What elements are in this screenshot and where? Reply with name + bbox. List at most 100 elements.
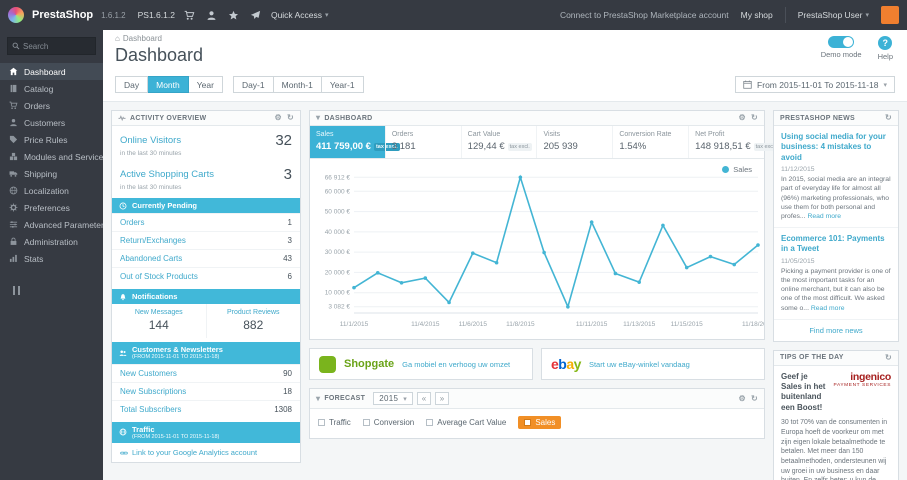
find-more-news-link[interactable]: Find more news [774,320,898,341]
caret-down-icon: ▾ [883,81,887,89]
refresh-icon[interactable]: ↻ [751,394,758,403]
out-of-stock-link[interactable]: Out of Stock Products [120,272,288,281]
kpi-visits[interactable]: Visits 205 939 [536,126,612,158]
pending-returns-link[interactable]: Return/Exchanges [120,236,288,245]
advanced-parameters-icon [9,220,18,229]
news-article-title-link[interactable]: Using social media for your business: 4 … [781,132,891,163]
sidebar-item-price-rules[interactable]: Price Rules [0,131,103,148]
sidebar-item-customers[interactable]: Customers [0,114,103,131]
shopgate-promo[interactable]: Shopgate Ga mobiel en verhoog uw omzet [309,348,533,380]
settings-icon[interactable]: ⚙ [275,114,282,122]
star-icon[interactable] [227,10,241,21]
shop-cart-icon[interactable] [183,10,197,21]
chart-legend[interactable]: Sales [722,165,752,174]
kpi-net-profit[interactable]: Net Profit 148 918,51 € tax excl. [688,126,778,158]
range-year-1-button[interactable]: Year-1 [321,76,364,93]
refresh-icon[interactable]: ↻ [287,114,294,122]
option-label: Sales [535,418,556,427]
caret-down-icon: ▾ [403,395,408,403]
panel-title: PRESTASHOP NEWS [780,114,856,122]
bell-icon [119,293,127,301]
sidebar-item-preferences[interactable]: Preferences [0,199,103,216]
range-group-current: Day Month Year [115,76,223,93]
read-more-link[interactable]: Read more [807,213,841,220]
quick-access-menu[interactable]: Quick Access ▾ [271,10,329,20]
read-more-link[interactable]: Read more [811,305,845,312]
caret-down-icon[interactable]: ▾ [316,114,320,122]
refresh-icon[interactable]: ↻ [885,353,892,362]
date-range-picker[interactable]: From 2015-11-01 To 2015-11-18 ▾ [735,76,895,93]
marketplace-connect-link[interactable]: Connect to PrestaShop Marketplace accoun… [560,10,729,20]
total-subscribers-link[interactable]: Total Subscribers [120,405,274,414]
range-day-button[interactable]: Day [115,76,149,93]
new-customers-link[interactable]: New Customers [120,369,283,378]
forecast-option-average-cart-value[interactable]: Average Cart Value [426,418,506,427]
kpi-conversion-rate[interactable]: Conversion Rate 1.54% [612,126,688,158]
range-year-button[interactable]: Year [188,76,223,93]
new-messages-link[interactable]: New Messages [114,309,204,316]
traffic-header: Traffic (FROM 2015-11-01 TO 2015-11-18) [112,421,300,444]
user-icon[interactable] [205,10,219,21]
pending-orders-link[interactable]: Orders [120,218,288,227]
sidebar-item-stats[interactable]: Stats [0,250,103,267]
range-day-1-button[interactable]: Day-1 [232,76,274,93]
product-reviews-link[interactable]: Product Reviews [209,309,299,316]
abandoned-carts-link[interactable]: Abandoned Carts [120,254,283,263]
kpi-cart-value[interactable]: Cart Value 129,44 € tax excl. [460,126,537,158]
pending-row: Return/Exchanges 3 [112,231,300,249]
refresh-icon[interactable]: ↻ [751,114,758,122]
avatar[interactable] [881,6,899,24]
breadcrumb[interactable]: ⌂ Dashboard [115,34,895,43]
forecast-option-conversion[interactable]: Conversion [362,418,414,427]
settings-icon[interactable]: ⚙ [739,114,746,122]
sidebar-item-catalog[interactable]: Catalog [0,80,103,97]
sidebar-item-shipping[interactable]: Shipping [0,165,103,182]
kpi-orders[interactable]: Orders 3 181 [384,126,461,158]
ebay-promo[interactable]: ebay Start uw eBay-winkel vandaag [541,348,765,380]
sidebar-item-advanced-parameters[interactable]: Advanced Parameters [0,216,103,233]
collapse-sidebar-button[interactable] [10,283,23,300]
google-analytics-link[interactable]: Link to your Google Analytics account [112,443,300,462]
sidebar-item-localization[interactable]: Localization [0,182,103,199]
svg-text:60 000 €: 60 000 € [325,188,351,195]
my-shop-link[interactable]: My shop [741,10,773,20]
online-visitors-link[interactable]: Online Visitors [120,135,181,146]
news-article-title-link[interactable]: Ecommerce 101: Payments in a Tweet [781,234,891,255]
sidebar-item-dashboard[interactable]: Dashboard [0,63,103,80]
ebay-link[interactable]: Start uw eBay-winkel vandaag [589,360,690,369]
caret-down-icon[interactable]: ▾ [316,394,320,403]
dashboard-panel: ▾ DASHBOARD ⚙ ↻ Sales 411 759,00 € tax ex… [309,110,778,340]
tips-headline: Geef je Sales in het buitenland een Boos… [781,371,826,412]
active-carts-sub: in the last 30 minutes [120,184,182,191]
refresh-icon[interactable]: ↻ [885,114,892,122]
forecast-option-traffic[interactable]: Traffic [318,418,351,427]
forecast-year-select[interactable]: 2015 ▾ [373,392,414,405]
sidebar-item-modules[interactable]: Modules and Services [0,148,103,165]
svg-text:66 912 €: 66 912 € [325,174,351,181]
demo-mode-toggle[interactable] [828,36,855,48]
range-month-1-button[interactable]: Month-1 [273,76,322,93]
rocket-icon[interactable] [249,10,263,21]
search-input[interactable] [23,41,91,51]
customers-newsletters-header: Customers & Newsletters (FROM 2015-11-01… [112,342,300,364]
help-icon[interactable]: ? [878,36,893,50]
forecast-option-sales[interactable]: Sales [518,416,562,429]
range-month-button[interactable]: Month [148,76,189,93]
panel-title: ACTIVITY OVERVIEW [130,114,207,122]
clock-icon [119,202,127,210]
new-subscriptions-link[interactable]: New Subscriptions [120,387,283,396]
sidebar-item-administration[interactable]: Administration [0,233,103,250]
sidebar-item-orders[interactable]: Orders [0,97,103,114]
chart-legend-label: Sales [733,165,752,174]
kpi-sales[interactable]: Sales 411 759,00 € tax excl. [310,126,400,158]
help-tool: ? Help [878,36,893,61]
user-menu[interactable]: PrestaShop User ▾ [798,10,869,20]
stats-icon [9,254,18,263]
shopgate-link[interactable]: Ga mobiel en verhoog uw omzet [402,360,510,369]
settings-icon[interactable]: ⚙ [739,394,746,403]
active-carts-link[interactable]: Active Shopping Carts [120,169,214,180]
forecast-prev-button[interactable]: « [417,392,432,405]
currently-pending-header: Currently Pending [112,198,300,213]
forecast-next-button[interactable]: » [435,392,450,405]
topbar-right: Connect to PrestaShop Marketplace accoun… [560,6,899,24]
